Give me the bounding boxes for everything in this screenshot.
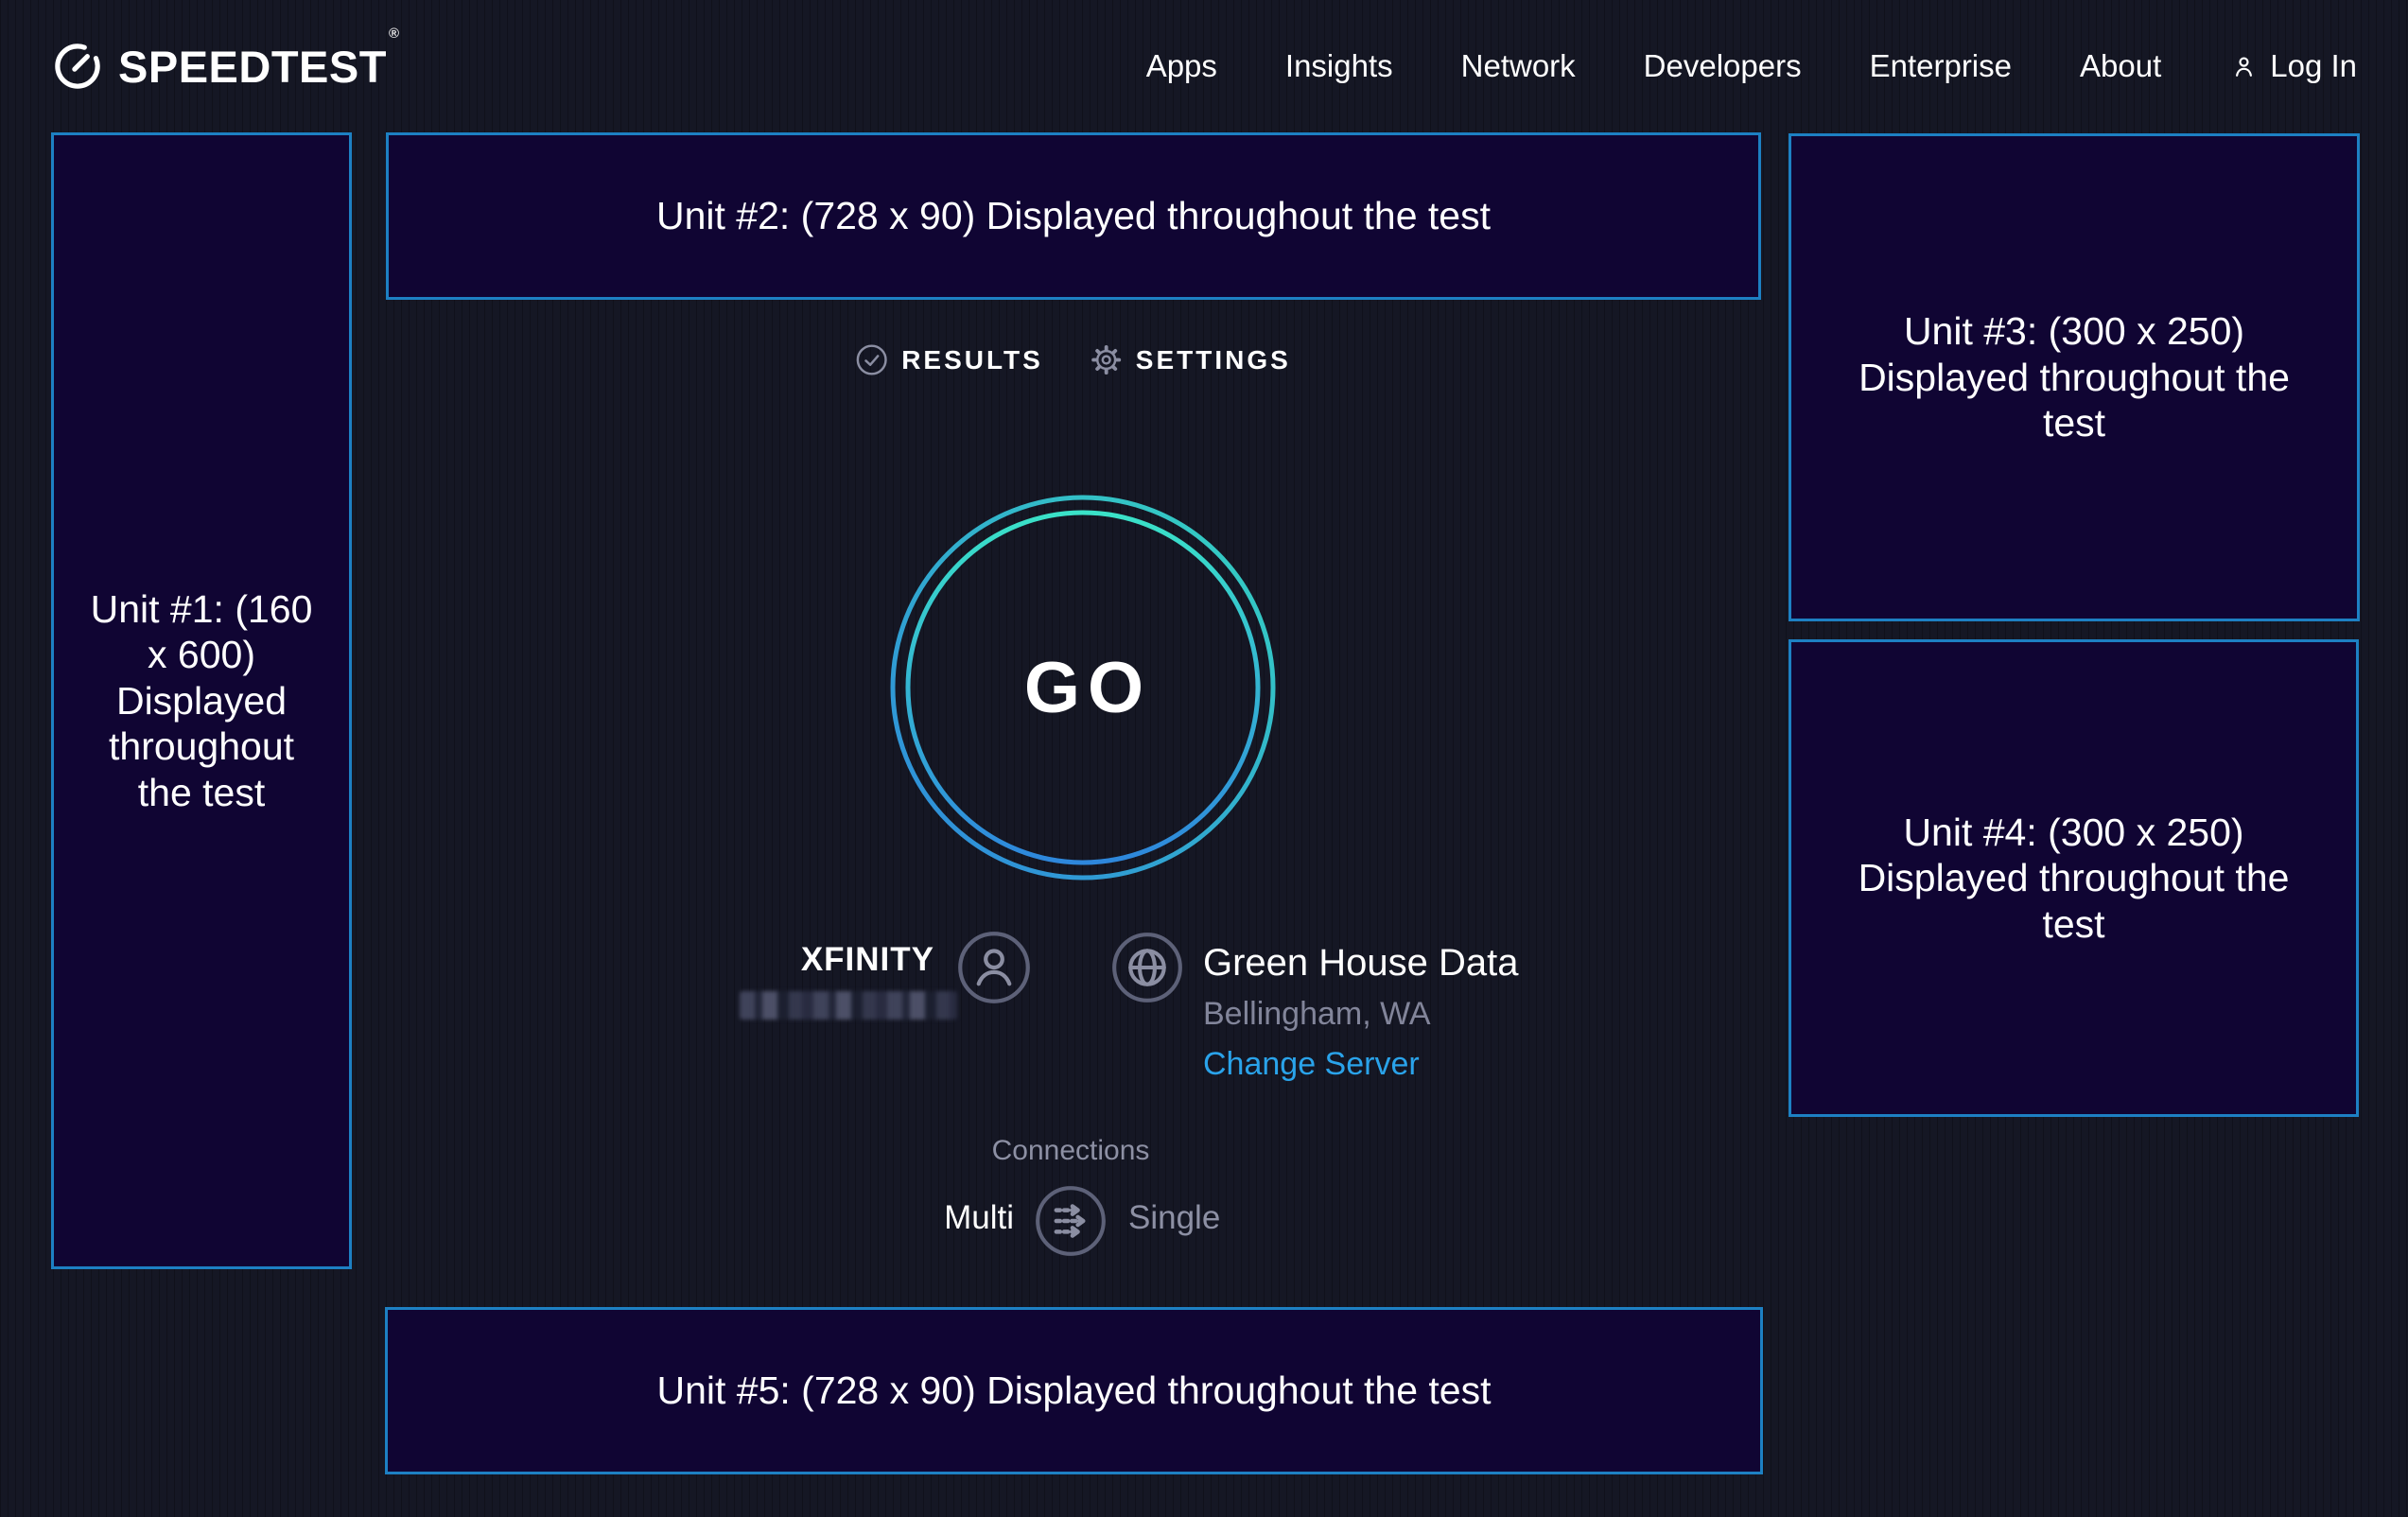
provider-ip-redacted — [740, 991, 957, 1020]
nav-enterprise[interactable]: Enterprise — [1870, 48, 2012, 84]
connections-toggle-icon[interactable] — [1035, 1185, 1107, 1257]
go-button-label: GO — [880, 484, 1286, 891]
nav-insights[interactable]: Insights — [1285, 48, 1393, 84]
ad-unit-2[interactable]: Unit #2: (728 x 90) Displayed throughout… — [386, 132, 1761, 300]
trademark-symbol: ® — [389, 26, 400, 42]
ad-unit-1-text: Unit #1: (160 x 600) Displayed throughou… — [83, 586, 320, 815]
speedometer-logo-icon — [52, 41, 103, 92]
login-label: Log In — [2270, 48, 2357, 84]
top-nav: Apps Insights Network Developers Enterpr… — [1146, 0, 2357, 132]
person-icon — [2229, 52, 2259, 81]
nav-network[interactable]: Network — [1461, 48, 1576, 84]
logo-wordmark: SPEEDTEST® — [118, 41, 400, 93]
tab-results-label: RESULTS — [901, 345, 1043, 375]
connections-multi-option[interactable]: Multi — [944, 1199, 1014, 1237]
go-button[interactable]: GO — [880, 484, 1286, 891]
ad-unit-1[interactable]: Unit #1: (160 x 600) Displayed throughou… — [51, 132, 352, 1269]
speedtest-logo[interactable]: SPEEDTEST® — [52, 0, 400, 132]
ad-unit-2-text: Unit #2: (728 x 90) Displayed throughout… — [656, 193, 1491, 238]
check-circle-icon — [854, 342, 889, 377]
ad-unit-3[interactable]: Unit #3: (300 x 250) Displayed throughou… — [1789, 133, 2360, 621]
nav-apps[interactable]: Apps — [1146, 48, 1217, 84]
gear-icon — [1089, 342, 1124, 377]
server-location: Bellingham, WA — [1203, 996, 1431, 1033]
ad-unit-4[interactable]: Unit #4: (300 x 250) Displayed throughou… — [1789, 639, 2359, 1117]
ad-unit-5[interactable]: Unit #5: (728 x 90) Displayed throughout… — [385, 1307, 1763, 1474]
provider-name: XFINITY — [801, 941, 934, 979]
globe-icon[interactable] — [1111, 932, 1183, 1003]
nav-developers[interactable]: Developers — [1644, 48, 1802, 84]
login-button[interactable]: Log In — [2229, 48, 2357, 84]
connections-single-option[interactable]: Single — [1128, 1199, 1220, 1237]
ad-unit-5-text: Unit #5: (728 x 90) Displayed throughout… — [656, 1368, 1491, 1413]
ad-unit-3-text: Unit #3: (300 x 250) Displayed throughou… — [1838, 308, 2311, 445]
tab-settings-label: SETTINGS — [1136, 345, 1291, 375]
tab-results[interactable]: RESULTS — [854, 342, 1043, 377]
ad-unit-4-text: Unit #4: (300 x 250) Displayed throughou… — [1838, 810, 2311, 947]
user-icon[interactable] — [957, 931, 1031, 1004]
tab-settings[interactable]: SETTINGS — [1089, 342, 1291, 377]
connections-label: Connections — [992, 1135, 1150, 1167]
view-tabs: RESULTS SETTINGS — [854, 342, 1291, 377]
server-name: Green House Data — [1203, 942, 1519, 985]
nav-about[interactable]: About — [2080, 48, 2161, 84]
change-server-link[interactable]: Change Server — [1203, 1046, 1420, 1083]
